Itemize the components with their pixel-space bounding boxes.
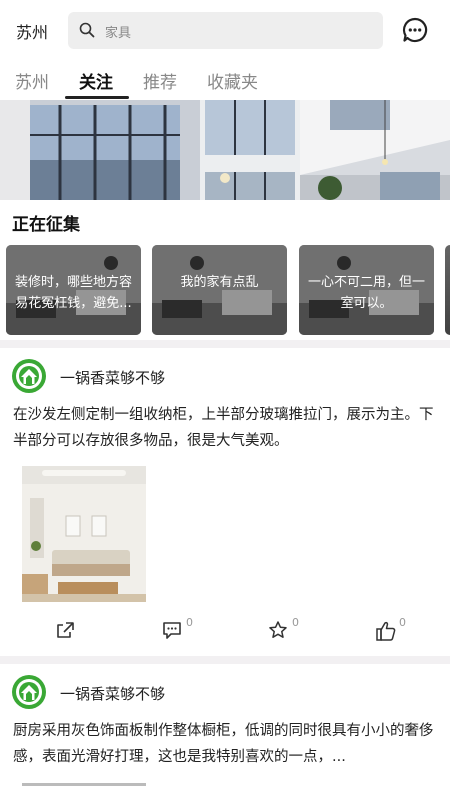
divider — [0, 656, 450, 664]
card-title: 我的家有点乱 — [180, 275, 259, 290]
tab-follow[interactable]: 关注 — [79, 68, 113, 93]
divider — [0, 340, 450, 348]
comment-icon — [163, 622, 181, 639]
post-text[interactable]: 厨房采用灰色饰面板制作整体橱柜，低调的同时很具有小小的奢侈感，表面光滑好打理，这… — [13, 718, 438, 770]
search-placeholder: 家具 — [105, 26, 132, 41]
post-image[interactable] — [22, 466, 146, 602]
banner-image[interactable] — [0, 100, 450, 200]
collection-card[interactable]: 我的家有点乱 — [152, 245, 287, 335]
post-actions: 0 0 0 — [0, 616, 450, 648]
card-title: 装修时，哪些地方容易花冤枉钱，避免... — [14, 275, 132, 311]
message-icon[interactable] — [402, 17, 428, 43]
post: 一锅香菜够不够 厨房采用灰色饰面板制作整体橱柜，低调的同时很具有小小的奢侈感，表… — [0, 664, 450, 800]
tab-recommend[interactable]: 推荐 — [143, 68, 177, 93]
tab-suzhou[interactable]: 苏州 — [15, 68, 49, 93]
like-button[interactable]: 0 — [375, 616, 409, 646]
tab-favorites[interactable]: 收藏夹 — [207, 68, 258, 93]
search-icon — [79, 22, 95, 38]
collection-cards: 装修时，哪些地方容易花冤枉钱，避免... 我的家有点乱 一心不可二用，但一室可以… — [0, 245, 450, 335]
section-title: 正在征集 — [12, 215, 80, 235]
star-button[interactable]: 0 — [268, 616, 302, 646]
comment-button[interactable]: 0 — [162, 616, 196, 646]
collection-card[interactable] — [445, 245, 450, 335]
card-title: 一心不可二用，但一室可以。 — [307, 275, 425, 311]
star-icon — [269, 621, 287, 638]
active-tab-indicator — [65, 96, 129, 99]
collection-card[interactable]: 一心不可二用，但一室可以。 — [299, 245, 434, 335]
share-icon — [57, 622, 74, 638]
share-button[interactable] — [55, 618, 77, 646]
search-input[interactable]: 家具 — [68, 12, 383, 49]
tab-bar: 苏州 关注 推荐 收藏夹 — [0, 62, 450, 100]
author-name[interactable]: 一锅香菜够不够 — [60, 367, 165, 388]
post-image[interactable] — [22, 783, 146, 786]
top-bar: 苏州 家具 — [0, 0, 450, 62]
comment-count: 0 — [186, 616, 193, 629]
city-selector[interactable]: 苏州 — [16, 19, 48, 43]
star-count: 0 — [292, 616, 299, 629]
avatar[interactable] — [12, 675, 46, 709]
avatar[interactable] — [12, 359, 46, 393]
like-count: 0 — [399, 616, 406, 629]
post: 一锅香菜够不够 在沙发左侧定制一组收纳柜，上半部分玻璃推拉门，展示为主。下半部分… — [0, 348, 450, 656]
collection-card[interactable]: 装修时，哪些地方容易花冤枉钱，避免... — [6, 245, 141, 335]
thumbs-up-icon — [376, 621, 396, 641]
post-text[interactable]: 在沙发左侧定制一组收纳柜，上半部分玻璃推拉门，展示为主。下半部分可以存放很多物品… — [13, 402, 438, 454]
author-name[interactable]: 一锅香菜够不够 — [60, 683, 165, 704]
